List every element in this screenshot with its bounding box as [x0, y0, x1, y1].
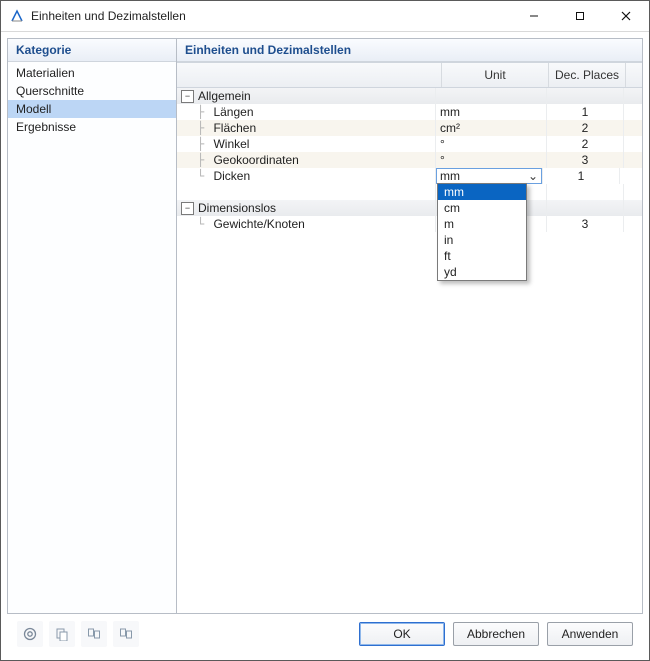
- unit-value[interactable]: mm: [440, 105, 460, 119]
- unit-value: mm: [437, 169, 525, 183]
- category-item[interactable]: Modell: [8, 100, 176, 118]
- unit-option[interactable]: m: [438, 216, 526, 232]
- sidebar-title: Kategorie: [8, 39, 176, 62]
- chevron-down-icon: ⌄: [525, 169, 541, 183]
- tree-branch-icon: ├: [197, 121, 211, 135]
- apply-button-label: Anwenden: [562, 627, 619, 641]
- load-units-button[interactable]: [113, 621, 139, 647]
- cancel-button[interactable]: Abbrechen: [453, 622, 539, 646]
- setting-row: ├ Geokoordinaten ° 3: [177, 152, 642, 168]
- category-item[interactable]: Materialien: [8, 64, 176, 82]
- window-title: Einheiten und Dezimalstellen: [31, 9, 511, 23]
- tree-branch-icon: ├: [197, 153, 211, 167]
- ok-button[interactable]: OK: [359, 622, 445, 646]
- tree-branch-icon: ├: [197, 137, 211, 151]
- unit-value[interactable]: °: [440, 137, 445, 151]
- unit-option[interactable]: cm: [438, 200, 526, 216]
- tree-branch-icon: └: [197, 169, 211, 183]
- dialog-window: Einheiten und Dezimalstellen Kategorie M…: [0, 0, 650, 661]
- setting-row: ├ Winkel ° 2: [177, 136, 642, 152]
- spacer-row: [177, 184, 642, 200]
- tree-branch-icon: └: [197, 217, 211, 231]
- group-row[interactable]: −Dimensionslos: [177, 200, 642, 216]
- reset-units-button[interactable]: [49, 621, 75, 647]
- unit-option[interactable]: in: [438, 232, 526, 248]
- unit-combobox[interactable]: mm⌄mmcmminftyd: [436, 168, 542, 184]
- unit-option[interactable]: yd: [438, 264, 526, 280]
- category-item[interactable]: Ergebnisse: [8, 118, 176, 136]
- collapse-icon[interactable]: −: [181, 90, 194, 103]
- cancel-button-label: Abbrechen: [467, 627, 525, 641]
- setting-label: Geokoordinaten: [213, 153, 298, 167]
- setting-label: Winkel: [213, 137, 249, 151]
- sidebar: Kategorie MaterialienQuerschnitteModellE…: [8, 39, 177, 613]
- setting-label: Dicken: [213, 169, 250, 183]
- setting-label: Längen: [213, 105, 253, 119]
- collapse-icon[interactable]: −: [181, 202, 194, 215]
- dec-value[interactable]: 1: [578, 169, 585, 183]
- tree-branch-icon: ├: [197, 105, 211, 119]
- settings-grid: Unit Dec. Places −Allgemein├ Längenmm1├ …: [177, 62, 642, 613]
- save-units-button[interactable]: [81, 621, 107, 647]
- maximize-button[interactable]: [557, 1, 603, 31]
- app-icon: [9, 8, 25, 24]
- unit-value[interactable]: cm²: [440, 121, 460, 135]
- window-controls: [511, 1, 649, 31]
- footer: OK Abbrechen Anwenden: [7, 614, 643, 654]
- unit-value[interactable]: °: [440, 153, 445, 167]
- dec-value[interactable]: 3: [582, 153, 589, 167]
- help-button[interactable]: [17, 621, 43, 647]
- group-label: Dimensionslos: [198, 201, 276, 215]
- dec-value[interactable]: 2: [582, 121, 589, 135]
- ok-button-label: OK: [393, 627, 410, 641]
- apply-button[interactable]: Anwenden: [547, 622, 633, 646]
- dec-value[interactable]: 3: [582, 217, 589, 231]
- setting-label: Flächen: [213, 121, 256, 135]
- col-header-dec: Dec. Places: [549, 63, 626, 87]
- grid-body: −Allgemein├ Längenmm1├ Flächencm²2├ Wink…: [177, 88, 642, 232]
- dec-value[interactable]: 2: [582, 137, 589, 151]
- unit-option[interactable]: mm: [438, 184, 526, 200]
- setting-row: ├ Flächen cm² 2: [177, 120, 642, 136]
- col-header-name: [177, 63, 442, 87]
- category-list: MaterialienQuerschnitteModellErgebnisse: [8, 62, 176, 138]
- setting-label: Gewichte/Knoten: [213, 217, 304, 231]
- main-panel: Einheiten und Dezimalstellen Unit Dec. P…: [177, 39, 642, 613]
- main-title: Einheiten und Dezimalstellen: [177, 39, 642, 62]
- category-item[interactable]: Querschnitte: [8, 82, 176, 100]
- minimize-button[interactable]: [511, 1, 557, 31]
- titlebar: Einheiten und Dezimalstellen: [1, 1, 649, 32]
- grid-header: Unit Dec. Places: [177, 63, 642, 88]
- unit-option[interactable]: ft: [438, 248, 526, 264]
- col-header-unit: Unit: [442, 63, 549, 87]
- unit-dropdown: mmcmminftyd: [437, 183, 527, 281]
- setting-row: └ Dicken mm⌄mmcmminftyd 1: [177, 168, 642, 184]
- setting-row: └ Gewichte/Knoten 3: [177, 216, 642, 232]
- group-row[interactable]: −Allgemein: [177, 88, 642, 104]
- close-button[interactable]: [603, 1, 649, 31]
- setting-row: ├ Längen mm 1: [177, 104, 642, 120]
- dialog-body: Kategorie MaterialienQuerschnitteModellE…: [1, 32, 649, 660]
- dec-value[interactable]: 1: [582, 105, 589, 119]
- group-label: Allgemein: [198, 89, 251, 103]
